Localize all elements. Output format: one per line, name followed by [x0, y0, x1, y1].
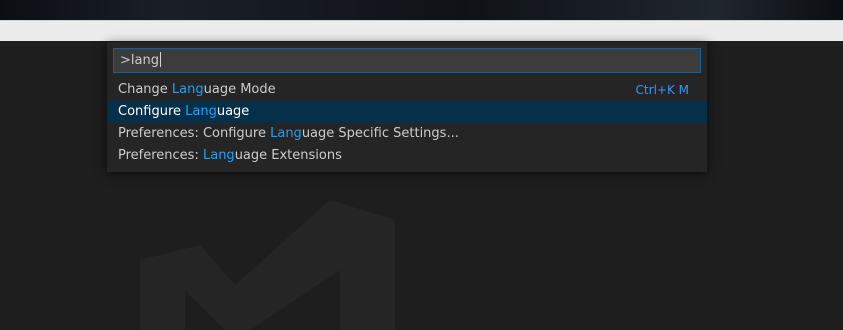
command-label: Change Language Mode	[118, 82, 276, 97]
command-palette-input[interactable]: >lang	[113, 48, 701, 73]
match-highlight: Lang	[202, 148, 235, 163]
command-list: Change Language Mode Ctrl+K M Configure …	[107, 79, 707, 167]
command-label: Preferences: Language Extensions	[118, 148, 342, 163]
text-cursor	[159, 52, 161, 67]
vscode-logo-watermark-icon	[140, 200, 395, 330]
command-preferences-configure-language-specific-settings[interactable]: Preferences: Configure Language Specific…	[107, 123, 707, 145]
keybinding-label: Ctrl+K M	[635, 83, 689, 97]
command-palette: >lang Change Language Mode Ctrl+K M Conf…	[107, 42, 707, 172]
window-title-bar	[0, 20, 843, 41]
command-preferences-language-extensions[interactable]: Preferences: Language Extensions	[107, 145, 707, 167]
command-label: Preferences: Configure Language Specific…	[118, 126, 459, 141]
command-palette-input-value: >lang	[120, 53, 159, 68]
desktop-background-strip	[0, 0, 843, 20]
command-configure-language[interactable]: Configure Language	[107, 101, 707, 123]
command-change-language-mode[interactable]: Change Language Mode Ctrl+K M	[107, 79, 707, 101]
command-label: Configure Language	[118, 104, 250, 119]
match-highlight: Lang	[185, 104, 217, 119]
match-highlight: Lang	[171, 82, 204, 97]
match-highlight: Lang	[270, 126, 302, 141]
